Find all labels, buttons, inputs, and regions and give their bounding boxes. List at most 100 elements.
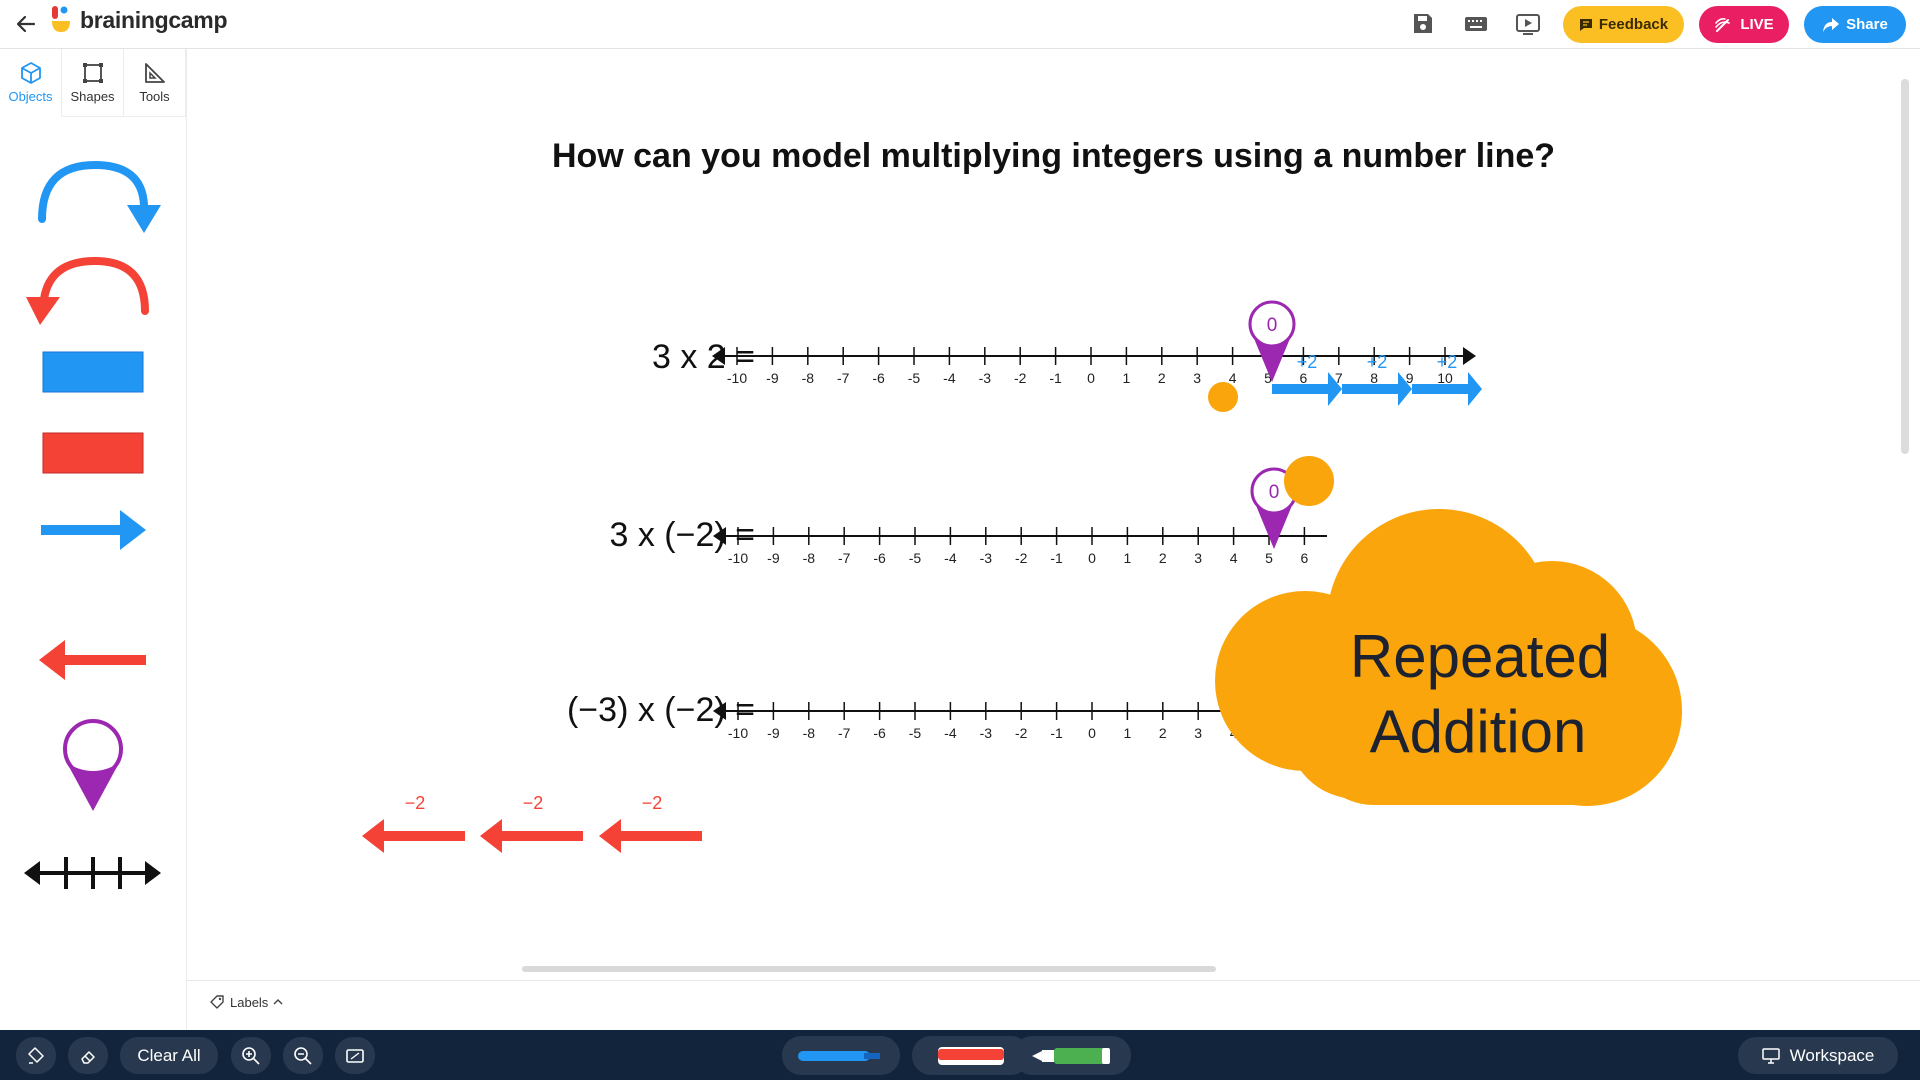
tick-label: 5 [1265, 550, 1273, 566]
tick-label: -3 [980, 550, 993, 566]
left-panel: Objects Shapes Tools [0, 49, 187, 1030]
panel-tabs: Objects Shapes Tools [0, 49, 187, 117]
tick-label: 2 [1159, 550, 1167, 566]
tick-label: -1 [1049, 370, 1062, 386]
number-line-left-arrow [713, 702, 726, 720]
save-icon[interactable] [1409, 11, 1437, 37]
eraser-icon [81, 1050, 95, 1064]
tab-tools[interactable]: Tools [124, 49, 186, 117]
number-line-2[interactable]: -10 -9 -8 -7 -6 -5 -4 -3 -2 -1 0 1 2 3 4 5 6 [713, 527, 1327, 566]
monitor-icon [1761, 1047, 1780, 1064]
red-arrow-left-tool[interactable] [20, 637, 165, 683]
minus-two-jump-1[interactable]: −2 [362, 793, 465, 853]
tick-label: -6 [873, 725, 886, 741]
tick-label: -7 [837, 370, 850, 386]
tab-shapes[interactable]: Shapes [62, 49, 124, 117]
tick-label: -10 [728, 725, 748, 741]
tab-objects[interactable]: Objects [0, 49, 62, 117]
live-button[interactable]: LIVE [1699, 6, 1789, 43]
eraser-tool-button[interactable] [68, 1037, 108, 1074]
zero-marker-1[interactable]: 0 [1248, 300, 1296, 382]
number-line-left-arrow [712, 347, 725, 365]
red-rectangle-tool[interactable] [20, 430, 165, 476]
workspace-canvas[interactable]: How can you model multiplying integers u… [187, 49, 1920, 980]
tick-label: 0 [1088, 725, 1096, 741]
tick-label: 2 [1158, 370, 1166, 386]
minus-two-jump-2[interactable]: −2 [480, 793, 583, 853]
jump-label: −2 [523, 793, 544, 813]
tick-label: -2 [1015, 725, 1028, 741]
tick-label: -8 [803, 725, 816, 741]
horizontal-scrollbar[interactable] [522, 966, 1216, 972]
tick-label: -1 [1050, 550, 1063, 566]
number-line-tool[interactable] [20, 849, 165, 897]
keyboard-icon[interactable] [1462, 11, 1490, 37]
zoom-out-button[interactable] [283, 1037, 323, 1074]
tag-icon [210, 995, 224, 1009]
tab-tools-label: Tools [139, 89, 170, 104]
tick-label: -5 [908, 370, 921, 386]
green-marker-icon [1032, 1047, 1110, 1064]
minus-two-jump-3[interactable]: −2 [599, 793, 702, 853]
shapes-icon [82, 63, 103, 83]
jump-shaft [374, 831, 465, 841]
chevron-up-icon [273, 999, 283, 1005]
green-marker-button[interactable] [1013, 1036, 1131, 1075]
presentation-icon[interactable] [1514, 11, 1542, 37]
number-line-1[interactable]: -10 -9 -8 -7 -6 -5 -4 -3 -2 -1 0 1 2 3 4 5 6 7 8 9 10 [712, 347, 1476, 386]
labels-toggle[interactable]: Labels [209, 994, 283, 1010]
feedback-label: Feedback [1598, 16, 1669, 33]
blue-rectangle-tool[interactable] [20, 349, 165, 395]
orange-dot-small[interactable] [1208, 382, 1238, 412]
jump-shaft [492, 831, 583, 841]
tick-label: 6 [1301, 550, 1309, 566]
share-button[interactable]: Share [1804, 6, 1906, 43]
vertical-scrollbar[interactable] [1901, 79, 1909, 454]
jump-label: +2 [1437, 352, 1458, 372]
clear-all-button[interactable]: Clear All [120, 1037, 218, 1074]
feedback-button[interactable]: Feedback [1563, 6, 1684, 43]
jump-head [480, 819, 502, 853]
fit-screen-button[interactable] [335, 1037, 375, 1074]
repeated-addition-cloud[interactable]: Repeated Addition [1215, 509, 1682, 806]
zoom-in-button[interactable] [231, 1037, 271, 1074]
tick-label: -4 [944, 725, 957, 741]
share-label: Share [1846, 16, 1888, 33]
zoom-out-icon [294, 1046, 312, 1065]
purple-marker-tool[interactable] [20, 717, 165, 815]
tick-label: 3 [1194, 550, 1202, 566]
bottom-toolbar: Clear All Workspace [0, 1030, 1920, 1080]
number-line-left-arrow [713, 527, 726, 545]
select-tool-button[interactable] [16, 1037, 56, 1074]
tick-label: -5 [909, 550, 922, 566]
pointer-icon [28, 1046, 44, 1064]
red-jump-arrow-tool[interactable] [20, 249, 165, 331]
tick-label: -10 [727, 370, 747, 386]
top-bar: brainingcamp Feedback LIVE Share [0, 0, 1920, 49]
tick-label: -7 [838, 550, 851, 566]
tick-label: 8 [1370, 370, 1378, 386]
blue-jump-arrow-tool[interactable] [20, 153, 165, 237]
back-arrow-icon[interactable] [12, 10, 40, 38]
logo[interactable]: brainingcamp [50, 6, 228, 34]
blue-marker-icon [798, 1050, 880, 1061]
tick-label: 0 [1087, 370, 1095, 386]
jump-label: −2 [405, 793, 426, 813]
marker-label: 0 [1267, 315, 1278, 336]
blue-marker-button[interactable] [782, 1036, 900, 1075]
live-broadcast-icon [1715, 17, 1731, 32]
tick-label: 3 [1193, 370, 1201, 386]
tick-label: -6 [872, 370, 885, 386]
blue-arrow-right-tool[interactable] [20, 507, 165, 553]
jump-label: −2 [642, 793, 663, 813]
tick-label: -8 [802, 370, 815, 386]
workspace-button[interactable]: Workspace [1738, 1037, 1898, 1074]
orange-dot-large[interactable] [1284, 456, 1334, 506]
cloud-text-line-1: Repeated [1350, 623, 1610, 690]
chat-icon [1579, 18, 1592, 31]
tick-label: 4 [1230, 550, 1238, 566]
number-line-right-arrow [1463, 347, 1476, 365]
tick-label: -10 [728, 550, 748, 566]
tick-label: 1 [1124, 725, 1132, 741]
number-line-3[interactable]: -10-9-8-7-6-5-4-3-2-1012345 [713, 702, 1277, 741]
